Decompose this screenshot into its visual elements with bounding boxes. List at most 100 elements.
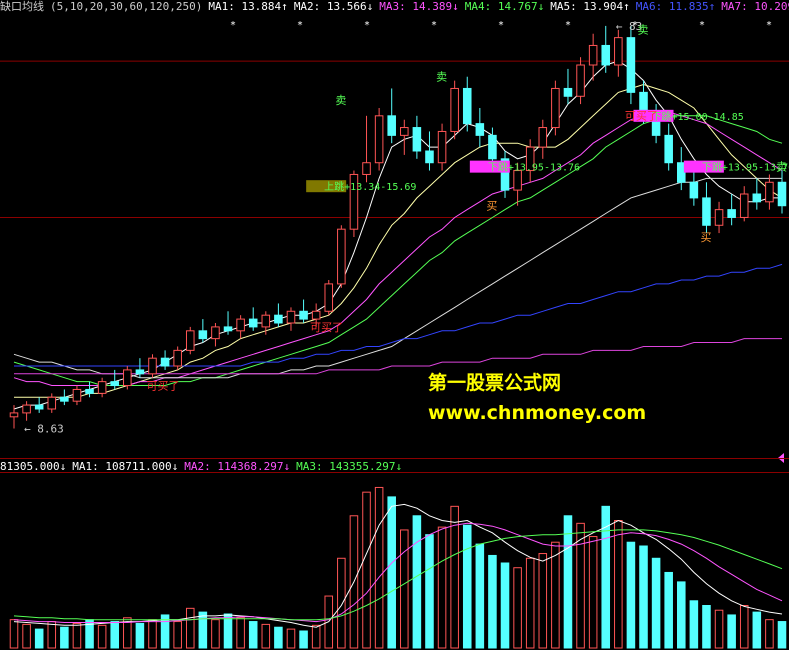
top-panel-header: 缺口均线 (5,10,20,30,60,120,250) MA1: 13.884↑ M… <box>0 0 789 14</box>
candle <box>362 115 371 183</box>
marker-star: * <box>565 20 571 31</box>
candle-body <box>412 127 422 152</box>
candle-body <box>563 87 573 97</box>
candle-body <box>34 404 44 410</box>
volume-bar <box>777 621 787 649</box>
candle-body <box>450 87 459 132</box>
candle-body <box>160 357 170 367</box>
candle <box>563 68 573 105</box>
candle <box>765 174 774 210</box>
candle-body <box>299 310 308 320</box>
volume-bar <box>286 628 296 649</box>
signal-label: 卖 <box>335 94 346 107</box>
candle <box>110 369 119 390</box>
candle <box>689 170 699 206</box>
candle <box>72 385 82 406</box>
volume-bar <box>148 619 157 649</box>
marker-star: * <box>766 20 772 31</box>
ma-line-ma7 <box>14 338 782 375</box>
candle-body <box>437 130 447 164</box>
volume-bar <box>702 605 711 649</box>
min-price-label: ← 8.63 <box>24 423 64 436</box>
candle-body <box>274 314 283 324</box>
candle-body <box>387 115 396 136</box>
volume-bar <box>588 536 598 649</box>
candle <box>274 303 283 327</box>
candle <box>551 80 560 136</box>
volume-bar <box>525 557 535 649</box>
volume-bar <box>362 491 371 649</box>
marker-star: * <box>699 20 705 31</box>
candle <box>714 201 724 234</box>
candle <box>475 108 485 148</box>
candle <box>576 57 585 105</box>
candle-body <box>173 349 182 367</box>
candle <box>324 280 334 316</box>
signal-label: 可买了 <box>625 110 658 123</box>
signal-label: 可买了 <box>310 321 343 334</box>
volume-bar <box>110 621 119 649</box>
ma-readout-5: MA5: 13.904↑ <box>550 0 630 13</box>
volume-bar <box>563 515 573 649</box>
candle-body <box>374 115 384 164</box>
volume-bar <box>248 621 258 649</box>
candle <box>248 307 258 331</box>
volume-bar <box>462 524 472 649</box>
volume-bar <box>475 543 485 649</box>
ma-readout-2: MA2: 13.566↓ <box>293 0 374 13</box>
candle-body <box>337 228 346 285</box>
marker-star: * <box>431 20 437 31</box>
candle <box>34 397 44 413</box>
volume-bar <box>22 623 31 649</box>
candle-body <box>664 134 673 164</box>
candle <box>462 76 472 132</box>
volume-bar <box>185 607 195 649</box>
indicator-params: (5,10,20,30,60,120,250) <box>50 0 203 13</box>
volume-bar <box>714 609 724 649</box>
ma-line-ma5 <box>13 177 782 379</box>
candle-body <box>626 37 636 93</box>
candle-body <box>110 381 119 387</box>
marker-star: * <box>498 20 504 31</box>
volume-bar <box>47 621 57 649</box>
ma-readout-3: MA3: 14.389↓ <box>379 0 459 13</box>
candle-body <box>425 150 434 164</box>
volume-bar <box>576 522 585 649</box>
candle-body <box>400 127 409 136</box>
volume-bar <box>551 541 560 649</box>
candles <box>9 25 787 429</box>
candle-body <box>261 314 271 328</box>
marker-star: * <box>364 20 370 31</box>
signal-label: 卖 <box>638 24 649 37</box>
candle-body <box>223 326 233 332</box>
candle-body <box>97 381 107 394</box>
ma-readouts: MA1: 13.884↑ MA2: 13.566↓ MA3: 14.389↓ MA4:… <box>208 0 789 13</box>
candle-body <box>714 209 724 226</box>
ma-line-ma2 <box>14 83 783 398</box>
volume-bar <box>664 571 673 649</box>
candle-body <box>362 162 371 175</box>
candle-body <box>9 412 19 418</box>
candle-body <box>248 318 258 328</box>
candle <box>97 377 107 398</box>
gap-marker: 上跳+13.34-15.69 <box>306 180 416 193</box>
volume-bar <box>639 545 648 649</box>
volume-bar <box>261 623 271 649</box>
candle <box>60 389 69 406</box>
candle-body <box>601 44 611 66</box>
ma-readout-7: MA7: 10.209↑ <box>721 0 789 13</box>
volume-bar <box>211 619 220 649</box>
candle <box>22 401 31 421</box>
candle-body <box>85 388 94 394</box>
candle <box>525 139 535 183</box>
candle-body <box>462 87 472 125</box>
candle <box>450 80 459 140</box>
volume-bar <box>9 619 19 649</box>
candle-body <box>765 181 774 203</box>
candle <box>412 115 422 159</box>
candle-body <box>614 37 623 66</box>
candle <box>349 170 359 237</box>
volume-bar <box>513 567 522 649</box>
volume-bar <box>677 581 686 649</box>
volume-bar <box>299 630 308 649</box>
